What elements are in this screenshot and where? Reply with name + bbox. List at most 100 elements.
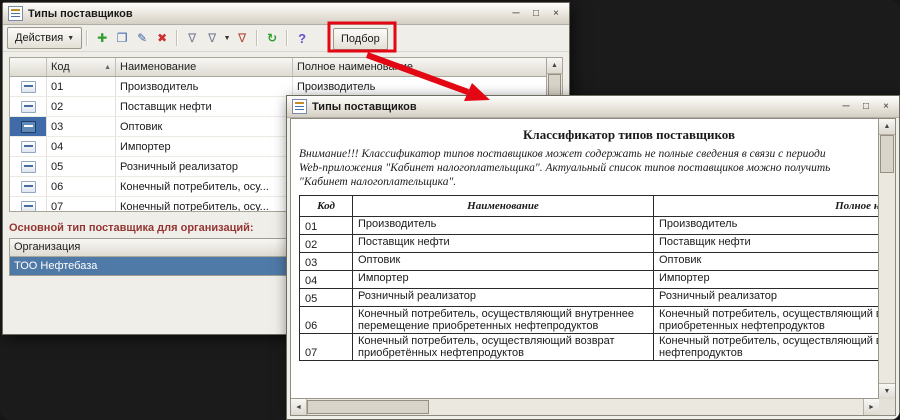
cell-name: Конечный потребитель, осуществляющий вну… [353, 307, 654, 334]
cell-code: 04 [300, 271, 353, 289]
row-marker-cell [10, 177, 47, 197]
cell-full-name: Производитель [654, 217, 880, 235]
horizontal-scrollbar[interactable]: ◄ ► [291, 398, 879, 415]
vertical-scrollbar[interactable]: ▲ ▼ [878, 119, 895, 399]
cell-code: 01 [47, 77, 116, 97]
column-header-full-name: Полное наименование [654, 196, 880, 217]
scroll-up-button[interactable]: ▲ [879, 119, 895, 135]
warning-text-line: Web-приложения "Кабинет налогоплательщик… [299, 161, 879, 175]
copy-button[interactable]: ❐ [112, 28, 132, 48]
cell-code: 03 [300, 253, 353, 271]
help-button[interactable]: ? [292, 28, 312, 48]
cell-code: 07 [47, 197, 116, 213]
table-row: 05 Розничный реализатор Розничный реализ… [300, 289, 880, 307]
delete-icon: ✖ [157, 31, 167, 45]
row-marker-icon [21, 201, 36, 212]
scroll-up-button[interactable]: ▲ [547, 58, 562, 74]
row-marker-icon [21, 121, 36, 133]
warning-text-line: "Кабинет налогоплательщика". [299, 175, 879, 189]
scrollbar-corner [879, 399, 895, 415]
cell-name: Конечный потребитель, осу... [116, 177, 293, 197]
refresh-button[interactable]: ↻ [262, 28, 282, 48]
chevron-down-icon: ▼ [67, 35, 74, 42]
cell-name: Производитель [353, 217, 654, 235]
supplier-types-classifier-window: Типы поставщиков ─ □ × Классификатор тип… [286, 95, 900, 420]
filter-by-value-button[interactable]: ∇ [202, 28, 222, 48]
cell-name: Импортер [353, 271, 654, 289]
list-app-icon [8, 6, 23, 21]
screenshot-stage: Типы поставщиков ─ □ × Действия ▼ ✚ ❐ ✎ … [0, 0, 900, 420]
cell-code: 02 [47, 97, 116, 117]
add-button[interactable]: ✚ [92, 28, 112, 48]
titlebar[interactable]: Типы поставщиков ─ □ × [3, 3, 569, 25]
marker-column-header [10, 58, 47, 77]
column-label: Код [51, 61, 70, 73]
table-row: 04 Импортер Импортер [300, 271, 880, 289]
toolbar-separator [176, 30, 178, 46]
row-marker-icon [21, 161, 36, 173]
add-icon: ✚ [97, 31, 107, 45]
cell-full-name: Конечный потребитель, осуществляющий вн … [654, 307, 880, 334]
close-button[interactable]: × [878, 100, 894, 114]
filter-funnel-icon: ∇ [208, 31, 216, 45]
column-header-full-name[interactable]: Полное наименование [293, 58, 550, 77]
row-marker-icon [21, 81, 36, 93]
row-marker-cell [10, 197, 47, 213]
window-title: Типы поставщиков [28, 8, 133, 20]
titlebar[interactable]: Типы поставщиков ─ □ × [287, 96, 899, 118]
column-header-name: Наименование [353, 196, 654, 217]
close-button[interactable]: × [548, 7, 564, 21]
toolbar: Действия ▼ ✚ ❐ ✎ ✖ ∇ ∇ ▼ ∇ ↻ ? Подбор [3, 25, 569, 52]
scrollbar-thumb[interactable] [307, 400, 429, 414]
row-marker-icon [21, 181, 36, 193]
toolbar-separator [86, 30, 88, 46]
chevron-down-icon: ▼ [224, 35, 231, 42]
cell-code: 04 [47, 137, 116, 157]
row-marker-cell [10, 77, 47, 97]
cell-name: Оптовик [353, 253, 654, 271]
maximize-button[interactable]: □ [528, 7, 544, 21]
delete-button[interactable]: ✖ [152, 28, 172, 48]
cell-name: Оптовик [116, 117, 293, 137]
filter-dropdown-button[interactable]: ▼ [222, 28, 232, 48]
scroll-left-button[interactable]: ◄ [291, 399, 307, 415]
row-marker-cell [10, 117, 47, 137]
cell-name: Поставщик нефти [116, 97, 293, 117]
classifier-table: Код Наименование Полное наименование 01 … [299, 195, 879, 361]
cell-code: 06 [47, 177, 116, 197]
row-marker-icon [21, 101, 36, 113]
podbor-button[interactable]: Подбор [333, 28, 388, 50]
maximize-button[interactable]: □ [858, 100, 874, 114]
table-row: 07 Конечный потребитель, осуществляющий … [300, 334, 880, 361]
column-header-code[interactable]: Код ▲ [47, 58, 116, 77]
cell-name: Поставщик нефти [353, 235, 654, 253]
copy-icon: ❐ [117, 31, 128, 45]
row-marker-icon [21, 141, 36, 153]
edit-pencil-icon: ✎ [137, 31, 147, 45]
document-frame: Классификатор типов поставщиков Внимание… [290, 118, 896, 416]
help-icon: ? [298, 31, 306, 46]
actions-menu-button[interactable]: Действия ▼ [7, 27, 82, 49]
row-marker-cell [10, 137, 47, 157]
scrollbar-thumb[interactable] [880, 135, 894, 173]
table-row[interactable]: 01 Производитель Производитель [10, 77, 550, 97]
document-view: Классификатор типов поставщиков Внимание… [291, 119, 879, 399]
edit-button[interactable]: ✎ [132, 28, 152, 48]
column-header-name[interactable]: Наименование [116, 58, 293, 77]
cell-full-name: Импортер [654, 271, 880, 289]
filter-funnel-icon: ∇ [188, 31, 196, 45]
row-marker-cell [10, 97, 47, 117]
window-title: Типы поставщиков [312, 101, 417, 113]
filter-sort-button[interactable]: ∇ [182, 28, 202, 48]
cell-name: Розничный реализатор [116, 157, 293, 177]
scroll-right-button[interactable]: ► [863, 399, 879, 415]
minimize-button[interactable]: ─ [508, 7, 524, 21]
cell-code: 05 [300, 289, 353, 307]
minimize-button[interactable]: ─ [838, 100, 854, 114]
refresh-icon: ↻ [267, 31, 277, 45]
sort-asc-icon: ▲ [104, 64, 111, 71]
cell-full-name: Конечный потребитель, осуществляющий во … [654, 334, 880, 361]
clear-filter-button[interactable]: ∇ [232, 28, 252, 48]
scroll-down-button[interactable]: ▼ [879, 383, 895, 399]
cell-code: 07 [300, 334, 353, 361]
